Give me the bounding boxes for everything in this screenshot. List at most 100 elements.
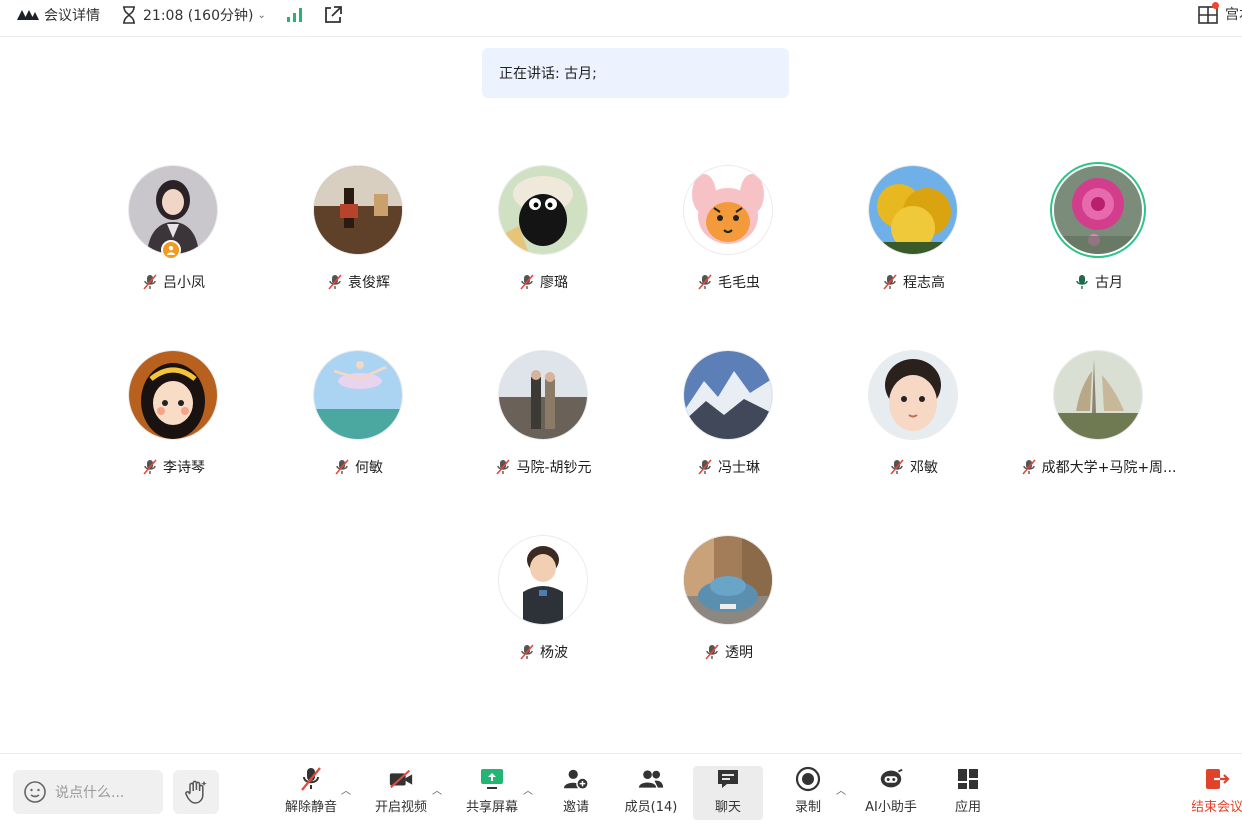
- record-button[interactable]: 录制: [790, 766, 826, 820]
- end-meeting-label: 结束会议: [1192, 800, 1242, 815]
- avatar: [499, 351, 587, 439]
- mic-muted-icon: [703, 643, 721, 661]
- audio-options-chevron-icon[interactable]: ︿: [341, 782, 351, 797]
- exit-icon: [1204, 766, 1230, 792]
- avatar: [869, 166, 957, 254]
- end-meeting-button[interactable]: 结束会议: [1192, 766, 1242, 820]
- participant-tile[interactable]: 成都大学+马院+周...: [1006, 351, 1190, 501]
- speaking-banner: 正在讲话: 古月;: [482, 48, 789, 98]
- participant-name: 冯士琳: [718, 460, 760, 476]
- unmute-label: 解除静音: [284, 800, 337, 815]
- record-label: 录制: [794, 800, 821, 815]
- share-screen-label: 共享屏幕: [465, 800, 518, 815]
- share-screen-button[interactable]: 共享屏幕: [463, 766, 521, 820]
- avatar: [869, 351, 957, 439]
- participant-name-row: 透明: [636, 642, 820, 662]
- unmute-button[interactable]: 解除静音: [283, 766, 339, 820]
- ai-assistant-button[interactable]: AI小助手: [860, 766, 922, 820]
- participant-tile[interactable]: 李诗琴: [81, 351, 265, 501]
- mic-active-icon: [1073, 273, 1091, 291]
- members-icon: [638, 766, 664, 792]
- share-screen-icon: [479, 766, 505, 792]
- participant-tile[interactable]: 吕小凤: [81, 166, 265, 316]
- participant-name-row: 成都大学+马院+周...: [1006, 457, 1190, 477]
- participant-name: 吕小凤: [163, 275, 205, 291]
- host-badge-icon: [161, 240, 181, 260]
- participant-tile[interactable]: 古月: [1006, 166, 1190, 316]
- mic-muted-icon: [696, 273, 714, 291]
- participant-name: 成都大学+马院+周...: [1041, 460, 1177, 476]
- quick-chat-input[interactable]: 说点什么...: [13, 770, 163, 814]
- top-bar: 会议详情 21:08 (160分钟) ⌄ 宫本: [0, 0, 1242, 37]
- mic-muted-icon: [141, 273, 159, 291]
- participant-name: 李诗琴: [163, 460, 205, 476]
- start-video-button[interactable]: 开启视频: [372, 766, 430, 820]
- invite-label: 邀请: [562, 800, 589, 815]
- mic-muted-icon: [141, 458, 159, 476]
- invite-button[interactable]: 邀请: [558, 766, 594, 820]
- share-options-chevron-icon[interactable]: ︿: [523, 782, 533, 797]
- participant-name-row: 袁俊辉: [266, 272, 450, 292]
- chat-bubble-icon: [715, 766, 741, 792]
- speaking-text: 正在讲话: 古月;: [499, 66, 597, 82]
- meeting-timer[interactable]: 21:08 (160分钟) ⌄: [121, 0, 266, 30]
- participant-tile[interactable]: 马院-胡钞元: [451, 351, 635, 501]
- participant-name: 廖璐: [540, 275, 568, 291]
- participant-tile[interactable]: 程志高: [821, 166, 1005, 316]
- mic-muted-icon: [888, 458, 906, 476]
- participant-name: 程志高: [903, 275, 945, 291]
- apps-button[interactable]: 应用: [950, 766, 986, 820]
- mic-muted-icon: [518, 273, 536, 291]
- participant-tile[interactable]: 袁俊辉: [266, 166, 450, 316]
- mic-muted-icon: [298, 766, 324, 792]
- meeting-details-button[interactable]: 会议详情: [16, 0, 100, 30]
- chat-placeholder: 说点什么...: [55, 785, 125, 801]
- share-link-icon[interactable]: [322, 0, 344, 30]
- avatar: [314, 351, 402, 439]
- avatar: [684, 166, 772, 254]
- avatar: [684, 351, 772, 439]
- avatar: [1054, 351, 1142, 439]
- mic-muted-icon: [518, 643, 536, 661]
- timer-text: 21:08 (160分钟): [143, 8, 254, 24]
- meeting-details-label: 会议详情: [44, 8, 100, 24]
- ai-robot-icon: [878, 766, 904, 792]
- participant-name-row: 杨波: [451, 642, 635, 662]
- mic-muted-icon: [494, 458, 512, 476]
- participant-tile[interactable]: 邓敏: [821, 351, 1005, 501]
- participant-name-row: 廖璐: [451, 272, 635, 292]
- user-name-truncated[interactable]: 宫本: [1225, 0, 1242, 30]
- participant-name: 杨波: [540, 645, 568, 661]
- participant-name-row: 冯士琳: [636, 457, 820, 477]
- participant-tile[interactable]: 廖璐: [451, 166, 635, 316]
- notification-dot: [1212, 2, 1219, 9]
- chevron-down-icon: ⌄: [257, 9, 266, 21]
- participant-name-row: 毛毛虫: [636, 272, 820, 292]
- hourglass-icon: [123, 6, 135, 24]
- raise-hand-button[interactable]: [173, 770, 219, 814]
- members-button[interactable]: 成员(14): [622, 766, 680, 820]
- avatar: [684, 536, 772, 624]
- participant-name: 毛毛虫: [718, 275, 760, 291]
- participant-name: 透明: [725, 645, 753, 661]
- participant-tile[interactable]: 冯士琳: [636, 351, 820, 501]
- raise-hand-icon: [185, 780, 207, 804]
- network-signal-icon[interactable]: [286, 0, 304, 30]
- camera-off-icon: [388, 766, 414, 792]
- participant-tile[interactable]: 毛毛虫: [636, 166, 820, 316]
- record-icon: [795, 766, 821, 792]
- avatar: [314, 166, 402, 254]
- emoji-icon[interactable]: [23, 780, 47, 804]
- ai-assistant-label: AI小助手: [865, 800, 917, 815]
- record-options-chevron-icon[interactable]: ︿: [836, 782, 846, 797]
- participant-tile[interactable]: 透明: [636, 536, 820, 686]
- participant-name: 袁俊辉: [348, 275, 390, 291]
- participant-tile[interactable]: 杨波: [451, 536, 635, 686]
- participant-tile[interactable]: 何敏: [266, 351, 450, 501]
- avatar-speaking: [1054, 166, 1142, 254]
- participant-name-row: 马院-胡钞元: [451, 457, 635, 477]
- participant-name: 古月: [1095, 275, 1123, 291]
- mic-muted-icon: [881, 273, 899, 291]
- video-options-chevron-icon[interactable]: ︿: [432, 782, 442, 797]
- chat-button[interactable]: 聊天: [693, 766, 763, 820]
